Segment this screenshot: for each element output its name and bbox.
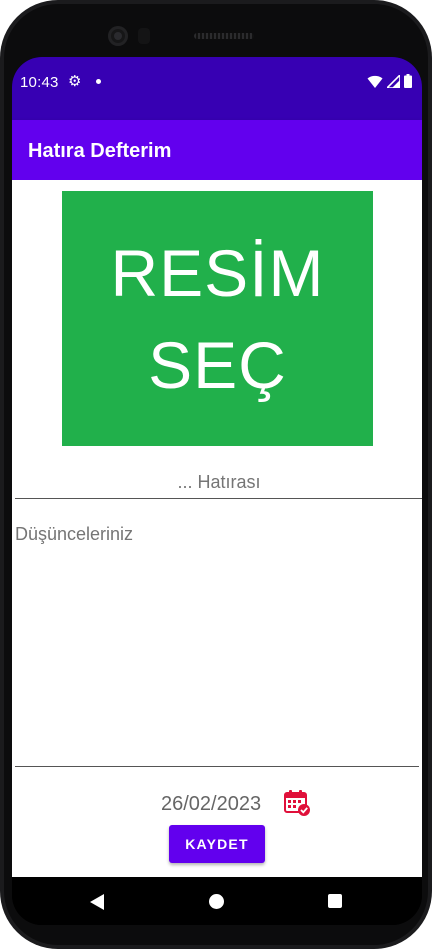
signal-icon [387,74,400,88]
screen: 10:43 ⚙ Hatıra Defterim RESİM SEÇ ... Ha… [12,57,422,925]
proximity-sensor [138,28,150,44]
select-image-line1: RESİM [110,235,325,310]
select-image-line2: SEÇ [148,327,287,402]
calendar-icon[interactable] [283,789,311,817]
select-image-button[interactable]: RESİM SEÇ [62,191,373,446]
earpiece-speaker [194,33,254,39]
settings-gear-icon: ⚙ [68,73,82,90]
status-bar: 10:43 ⚙ [12,57,422,120]
status-time: 10:43 [20,74,59,91]
date-row: 26/02/2023 [12,789,422,823]
app-bar: Hatıra Defterim [12,120,422,180]
memory-title-input[interactable] [15,466,422,499]
battery-icon [404,74,412,88]
recents-icon[interactable] [328,894,342,908]
app-title: Hatıra Defterim [28,140,172,162]
wifi-icon [367,75,383,88]
save-button[interactable]: KAYDET [169,825,265,863]
navigation-bar [12,877,422,925]
status-icons [367,74,412,88]
content: RESİM SEÇ 26/02/2023 [12,180,422,877]
notification-dot-icon [96,79,101,84]
date-text: 26/02/2023 [161,793,262,815]
thoughts-textarea[interactable] [15,524,419,767]
back-icon[interactable] [90,894,104,910]
front-camera [108,26,128,46]
phone-frame: 10:43 ⚙ Hatıra Defterim RESİM SEÇ ... Ha… [0,0,432,949]
home-icon[interactable] [209,894,224,909]
